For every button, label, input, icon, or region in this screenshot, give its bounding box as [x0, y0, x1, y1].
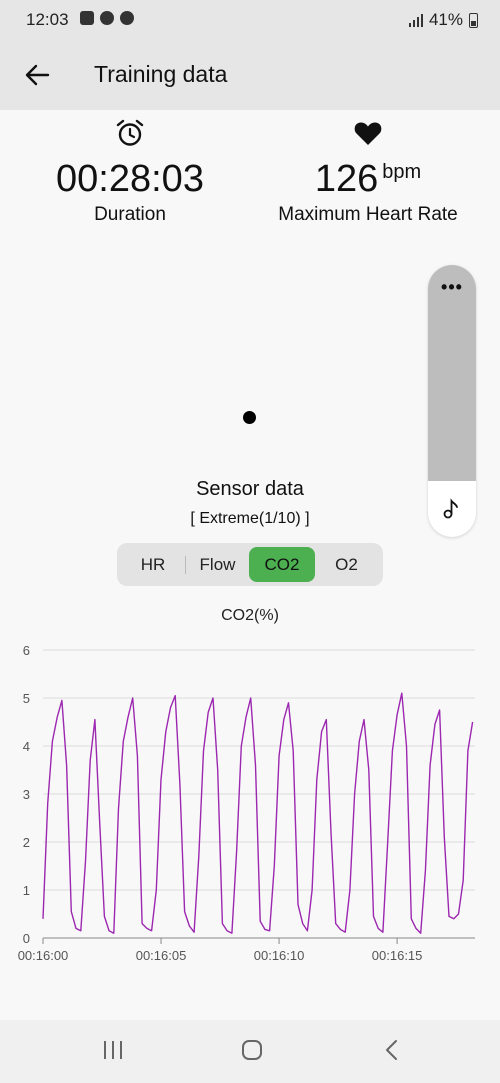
- home-icon[interactable]: [240, 1038, 264, 1062]
- hr-value-row: 126 bpm: [258, 160, 478, 198]
- tab-o2[interactable]: O2: [315, 547, 378, 582]
- sensor-title: Sensor data: [196, 478, 304, 500]
- y-tick-label: 3: [23, 787, 30, 802]
- x-tick-label: 00:16:10: [254, 948, 305, 963]
- chart-title: CO2(%): [221, 607, 279, 624]
- y-tick-label: 2: [23, 835, 30, 850]
- position-dot: [243, 411, 256, 424]
- battery-percent: 41%: [428, 10, 463, 29]
- co2-series-line: [42, 692, 474, 934]
- duration-label: Duration: [94, 204, 166, 225]
- x-tick-label: 00:16:05: [136, 948, 187, 963]
- max-heart-rate-stat: 126 bpm Maximum Heart Rate: [258, 118, 478, 226]
- battery-icon: [469, 12, 478, 28]
- notification-icon: [80, 11, 94, 25]
- y-tick-label: 1: [23, 883, 30, 898]
- duration-value: 00:28:03: [56, 158, 204, 200]
- y-tick-label: 6: [23, 643, 30, 658]
- sync-icon: [100, 11, 114, 25]
- system-nav-bar: [0, 1020, 500, 1083]
- hr-unit: bpm: [382, 161, 422, 183]
- location-icon: [120, 11, 134, 25]
- status-time: 12:03: [26, 10, 69, 29]
- arrow-left-icon: [25, 64, 50, 86]
- y-tick-label: 5: [23, 691, 30, 706]
- tab-co2[interactable]: CO2: [249, 547, 315, 582]
- app-bar: Training data: [0, 40, 500, 110]
- status-right: 41%: [408, 10, 478, 30]
- tab-flow[interactable]: Flow: [186, 547, 249, 582]
- x-tick-label: 00:16:15: [372, 948, 423, 963]
- back-icon[interactable]: [380, 1038, 404, 1062]
- y-tick-label: 4: [23, 739, 30, 754]
- hr-value: 126: [314, 158, 379, 200]
- more-icon[interactable]: •••: [428, 277, 476, 298]
- sensor-subtitle: [ Extreme(1/10) ]: [190, 510, 310, 527]
- hr-label: Maximum Heart Rate: [278, 204, 458, 225]
- notification-icons: [80, 11, 134, 25]
- y-tick-label: 0: [23, 931, 30, 946]
- heart-icon: [354, 122, 382, 145]
- status-bar: 12:03 41%: [0, 0, 500, 40]
- tab-hr[interactable]: HR: [121, 547, 185, 582]
- chart-series: [42, 692, 474, 934]
- x-tick-label: 00:16:00: [18, 948, 69, 963]
- page-title: Training data: [94, 61, 228, 87]
- sensor-tabs: HR Flow CO2 O2: [117, 543, 383, 586]
- duration-stat: 00:28:03 Duration: [25, 118, 235, 226]
- back-button[interactable]: [20, 58, 54, 92]
- chart-axes: 0 1 2 3 4 5 6 00:16:00 00:16:05 00:16:10 00:16:15: [18, 643, 423, 963]
- signal-icon: [408, 14, 423, 27]
- co2-chart: 0 1 2 3 4 5 6 00:16:00 00:16:05 00:16:10 00:16:15: [18, 643, 475, 963]
- alarm-clock-icon: [116, 119, 144, 146]
- recents-icon[interactable]: [101, 1038, 125, 1062]
